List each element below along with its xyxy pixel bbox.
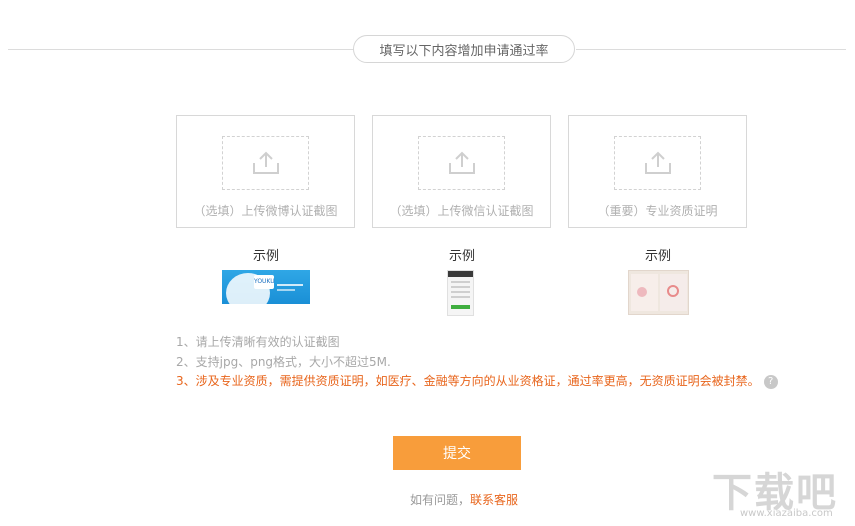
submit-button[interactable]: 提交 [393, 436, 521, 470]
upload-notes: 1、请上传清晰有效的认证截图 2、支持jpg、png格式，大小不超过5M. 3、… [176, 333, 778, 392]
example-title-certificate: 示例 [644, 249, 671, 264]
contact-support-link[interactable]: 联系客服 [470, 493, 518, 507]
note-item-warning: 3、涉及专业资质，需提供资质证明，如医疗、金融等方向的从业资格证，通过率更高，无… [176, 372, 778, 392]
upload-icon [252, 151, 279, 174]
example-title-weibo: 示例 [252, 249, 279, 264]
note-item: 2、支持jpg、png格式，大小不超过5M. [176, 354, 391, 369]
example-thumbnail-wechat[interactable] [447, 270, 474, 316]
upload-wechat-screenshot[interactable]: （选填）上传微信认证截图 [372, 115, 551, 228]
upload-weibo-screenshot[interactable]: （选填）上传微博认证截图 [176, 115, 355, 228]
upload-icon [644, 151, 671, 174]
divider-left [8, 49, 354, 50]
upload-label: （重要）专业资质证明 [597, 204, 718, 218]
example-thumbnail-weibo[interactable]: YOUKU [222, 270, 310, 304]
upload-label: （选填）上传微信认证截图 [389, 204, 534, 218]
youku-logo: YOUKU [254, 275, 275, 289]
note-item: 1、请上传清晰有效的认证截图 [176, 335, 340, 349]
example-thumbnail-certificate[interactable] [628, 270, 689, 315]
upload-dropzone[interactable] [222, 136, 309, 190]
upload-label: （选填）上传微博认证截图 [193, 204, 338, 218]
watermark-logo: 下载吧 www.xiazaiba.com [712, 460, 850, 522]
contact-line: 如有问题，联系客服 [410, 491, 518, 508]
upload-dropzone[interactable] [614, 136, 701, 190]
divider-right [576, 49, 846, 50]
help-icon[interactable]: ? [763, 374, 778, 389]
seal-icon [667, 285, 679, 297]
note-warning-text: 3、涉及专业资质，需提供资质证明，如医疗、金融等方向的从业资格证，通过率更高，无… [176, 374, 760, 388]
upload-dropzone[interactable] [418, 136, 505, 190]
section-title: 填写以下内容增加申请通过率 [353, 35, 575, 63]
watermark-url: www.xiazaiba.com [740, 508, 833, 519]
upload-qualification-certificate[interactable]: （重要）专业资质证明 [568, 115, 747, 228]
example-title-wechat: 示例 [448, 249, 475, 264]
upload-icon [448, 151, 475, 174]
contact-prefix: 如有问题， [410, 493, 471, 507]
